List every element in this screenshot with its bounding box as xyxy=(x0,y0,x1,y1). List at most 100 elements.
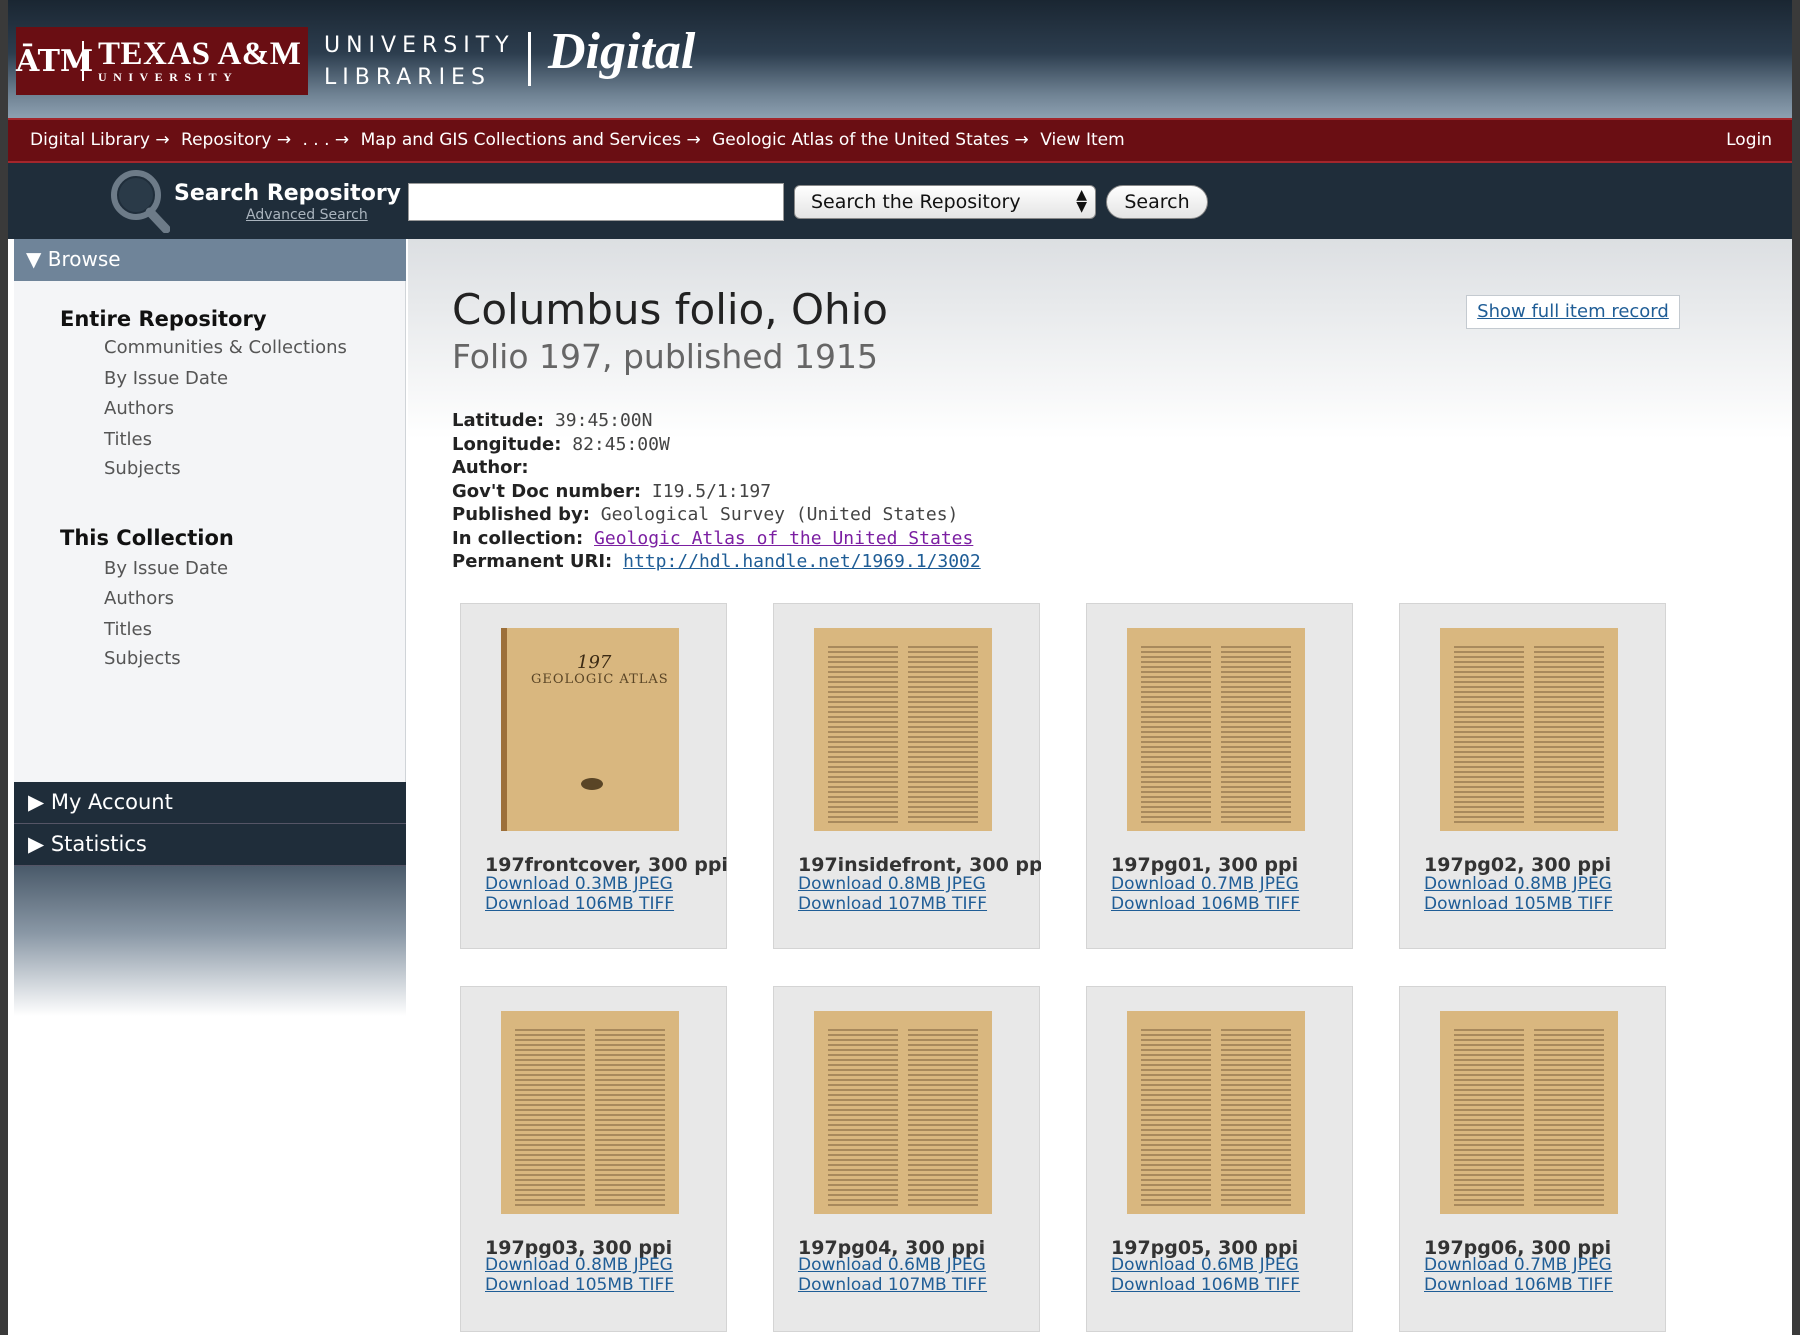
text-line xyxy=(1141,1064,1211,1066)
download-jpeg-link[interactable]: Download 0.3MB JPEG xyxy=(485,874,673,894)
text-line xyxy=(1141,716,1211,718)
search-input[interactable] xyxy=(408,183,784,221)
text-line xyxy=(1534,681,1604,683)
text-line xyxy=(1221,1069,1291,1071)
text-line xyxy=(828,1124,898,1126)
text-line xyxy=(1221,1199,1291,1201)
text-line xyxy=(908,651,978,653)
page-thumbnail[interactable] xyxy=(814,628,992,831)
text-line xyxy=(595,1129,665,1131)
text-line xyxy=(1221,741,1291,743)
digital-wordmark[interactable]: Digital xyxy=(548,22,695,82)
breadcrumb-repository[interactable]: Repository → xyxy=(181,130,291,150)
text-line xyxy=(1141,1069,1211,1071)
statistics-toggle[interactable]: ▶ Statistics xyxy=(14,824,406,866)
page-thumbnail[interactable]: 197 GEOLOGIC ATLAS xyxy=(501,628,679,831)
text-line xyxy=(1221,1194,1291,1196)
text-line xyxy=(595,1154,665,1156)
text-line xyxy=(1454,736,1524,738)
text-line xyxy=(828,801,898,803)
sidebar-item-communities[interactable]: Communities & Collections xyxy=(104,337,347,358)
text-line xyxy=(515,1029,585,1031)
text-line xyxy=(1141,1039,1211,1041)
search-button[interactable]: Search xyxy=(1106,185,1208,219)
download-jpeg-link[interactable]: Download 0.7MB JPEG xyxy=(1111,874,1299,894)
download-tiff-link[interactable]: Download 107MB TIFF xyxy=(798,1275,987,1295)
download-jpeg-link[interactable]: Download 0.8MB JPEG xyxy=(798,874,986,894)
breadcrumb-digital-library[interactable]: Digital Library → xyxy=(30,130,170,150)
tamu-logo[interactable]: ĀTM TEXAS A&M UNIVERSITY xyxy=(16,27,308,95)
page-thumbnail[interactable] xyxy=(814,1011,992,1214)
breadcrumb-map-gis[interactable]: Map and GIS Collections and Services → xyxy=(361,130,701,150)
text-line xyxy=(908,741,978,743)
download-jpeg-link[interactable]: Download 0.6MB JPEG xyxy=(798,1255,986,1275)
login-link[interactable]: Login xyxy=(1726,130,1772,150)
text-line xyxy=(908,1139,978,1141)
text-line xyxy=(1534,761,1604,763)
sidebar-item-titles[interactable]: Titles xyxy=(104,429,152,450)
text-line xyxy=(908,1114,978,1116)
text-line xyxy=(828,1204,898,1206)
text-line xyxy=(828,736,898,738)
text-line xyxy=(828,1109,898,1111)
download-jpeg-link[interactable]: Download 0.7MB JPEG xyxy=(1424,1255,1612,1275)
sidebar-item-coll-subjects[interactable]: Subjects xyxy=(104,648,181,669)
show-full-record-button[interactable]: Show full item record xyxy=(1466,295,1680,329)
text-line xyxy=(1534,1124,1604,1126)
page-thumbnail[interactable] xyxy=(1440,628,1618,831)
download-jpeg-link[interactable]: Download 0.8MB JPEG xyxy=(485,1255,673,1275)
breadcrumb-ellipsis[interactable]: . . . → xyxy=(303,130,350,150)
text-line xyxy=(828,1074,898,1076)
breadcrumb-geologic-atlas[interactable]: Geologic Atlas of the United States → xyxy=(712,130,1029,150)
text-line xyxy=(1454,771,1524,773)
text-line xyxy=(1454,1169,1524,1171)
text-line xyxy=(1221,1089,1291,1091)
sidebar-item-coll-authors[interactable]: Authors xyxy=(104,588,174,609)
text-line xyxy=(1534,721,1604,723)
text-line xyxy=(1454,741,1524,743)
text-line xyxy=(1454,1079,1524,1081)
text-line xyxy=(908,706,978,708)
text-line xyxy=(1221,1159,1291,1161)
text-line xyxy=(595,1029,665,1031)
sidebar-item-coll-by-issue-date[interactable]: By Issue Date xyxy=(104,558,228,579)
text-line xyxy=(1534,1089,1604,1091)
text-line xyxy=(595,1089,665,1091)
download-jpeg-link[interactable]: Download 0.8MB JPEG xyxy=(1424,874,1612,894)
download-jpeg-link[interactable]: Download 0.6MB JPEG xyxy=(1111,1255,1299,1275)
page-thumbnail[interactable] xyxy=(1440,1011,1618,1214)
my-account-toggle[interactable]: ▶ My Account xyxy=(14,782,406,824)
download-tiff-link[interactable]: Download 106MB TIFF xyxy=(485,894,674,914)
text-line xyxy=(1534,716,1604,718)
page-thumbnail[interactable] xyxy=(501,1011,679,1214)
advanced-search-link[interactable]: Advanced Search xyxy=(246,207,368,223)
download-tiff-link[interactable]: Download 107MB TIFF xyxy=(798,894,987,914)
text-line xyxy=(515,1034,585,1036)
text-line xyxy=(1454,816,1524,818)
sidebar-item-by-issue-date[interactable]: By Issue Date xyxy=(104,368,228,389)
page-thumbnail[interactable] xyxy=(1127,628,1305,831)
download-tiff-link[interactable]: Download 106MB TIFF xyxy=(1424,1275,1613,1295)
text-line xyxy=(1454,761,1524,763)
collection-link[interactable]: Geologic Atlas of the United States xyxy=(594,528,973,549)
text-line xyxy=(1454,1099,1524,1101)
download-tiff-link[interactable]: Download 105MB TIFF xyxy=(1424,894,1613,914)
search-scope-select[interactable]: Search the Repository ▲ ▼ xyxy=(794,185,1096,219)
download-tiff-link[interactable]: Download 106MB TIFF xyxy=(1111,1275,1300,1295)
page-thumbnail[interactable] xyxy=(1127,1011,1305,1214)
search-scope-value: Search the Repository xyxy=(811,191,1021,213)
text-line xyxy=(908,716,978,718)
libraries-wordmark[interactable]: UNIVERSITY LIBRARIES xyxy=(324,30,515,94)
sidebar-item-authors[interactable]: Authors xyxy=(104,398,174,419)
text-line xyxy=(908,711,978,713)
text-line xyxy=(1534,806,1604,808)
download-tiff-link[interactable]: Download 106MB TIFF xyxy=(1111,894,1300,914)
download-tiff-link[interactable]: Download 105MB TIFF xyxy=(485,1275,674,1295)
browse-toggle[interactable]: ▼ Browse xyxy=(14,239,406,281)
text-line xyxy=(595,1174,665,1176)
image-label: 197frontcover, 300 ppi xyxy=(485,854,728,876)
sidebar-item-coll-titles[interactable]: Titles xyxy=(104,619,152,640)
sidebar-item-subjects[interactable]: Subjects xyxy=(104,458,181,479)
permanent-uri-link[interactable]: http://hdl.handle.net/1969.1/3002 xyxy=(623,551,981,572)
text-line xyxy=(1141,741,1211,743)
